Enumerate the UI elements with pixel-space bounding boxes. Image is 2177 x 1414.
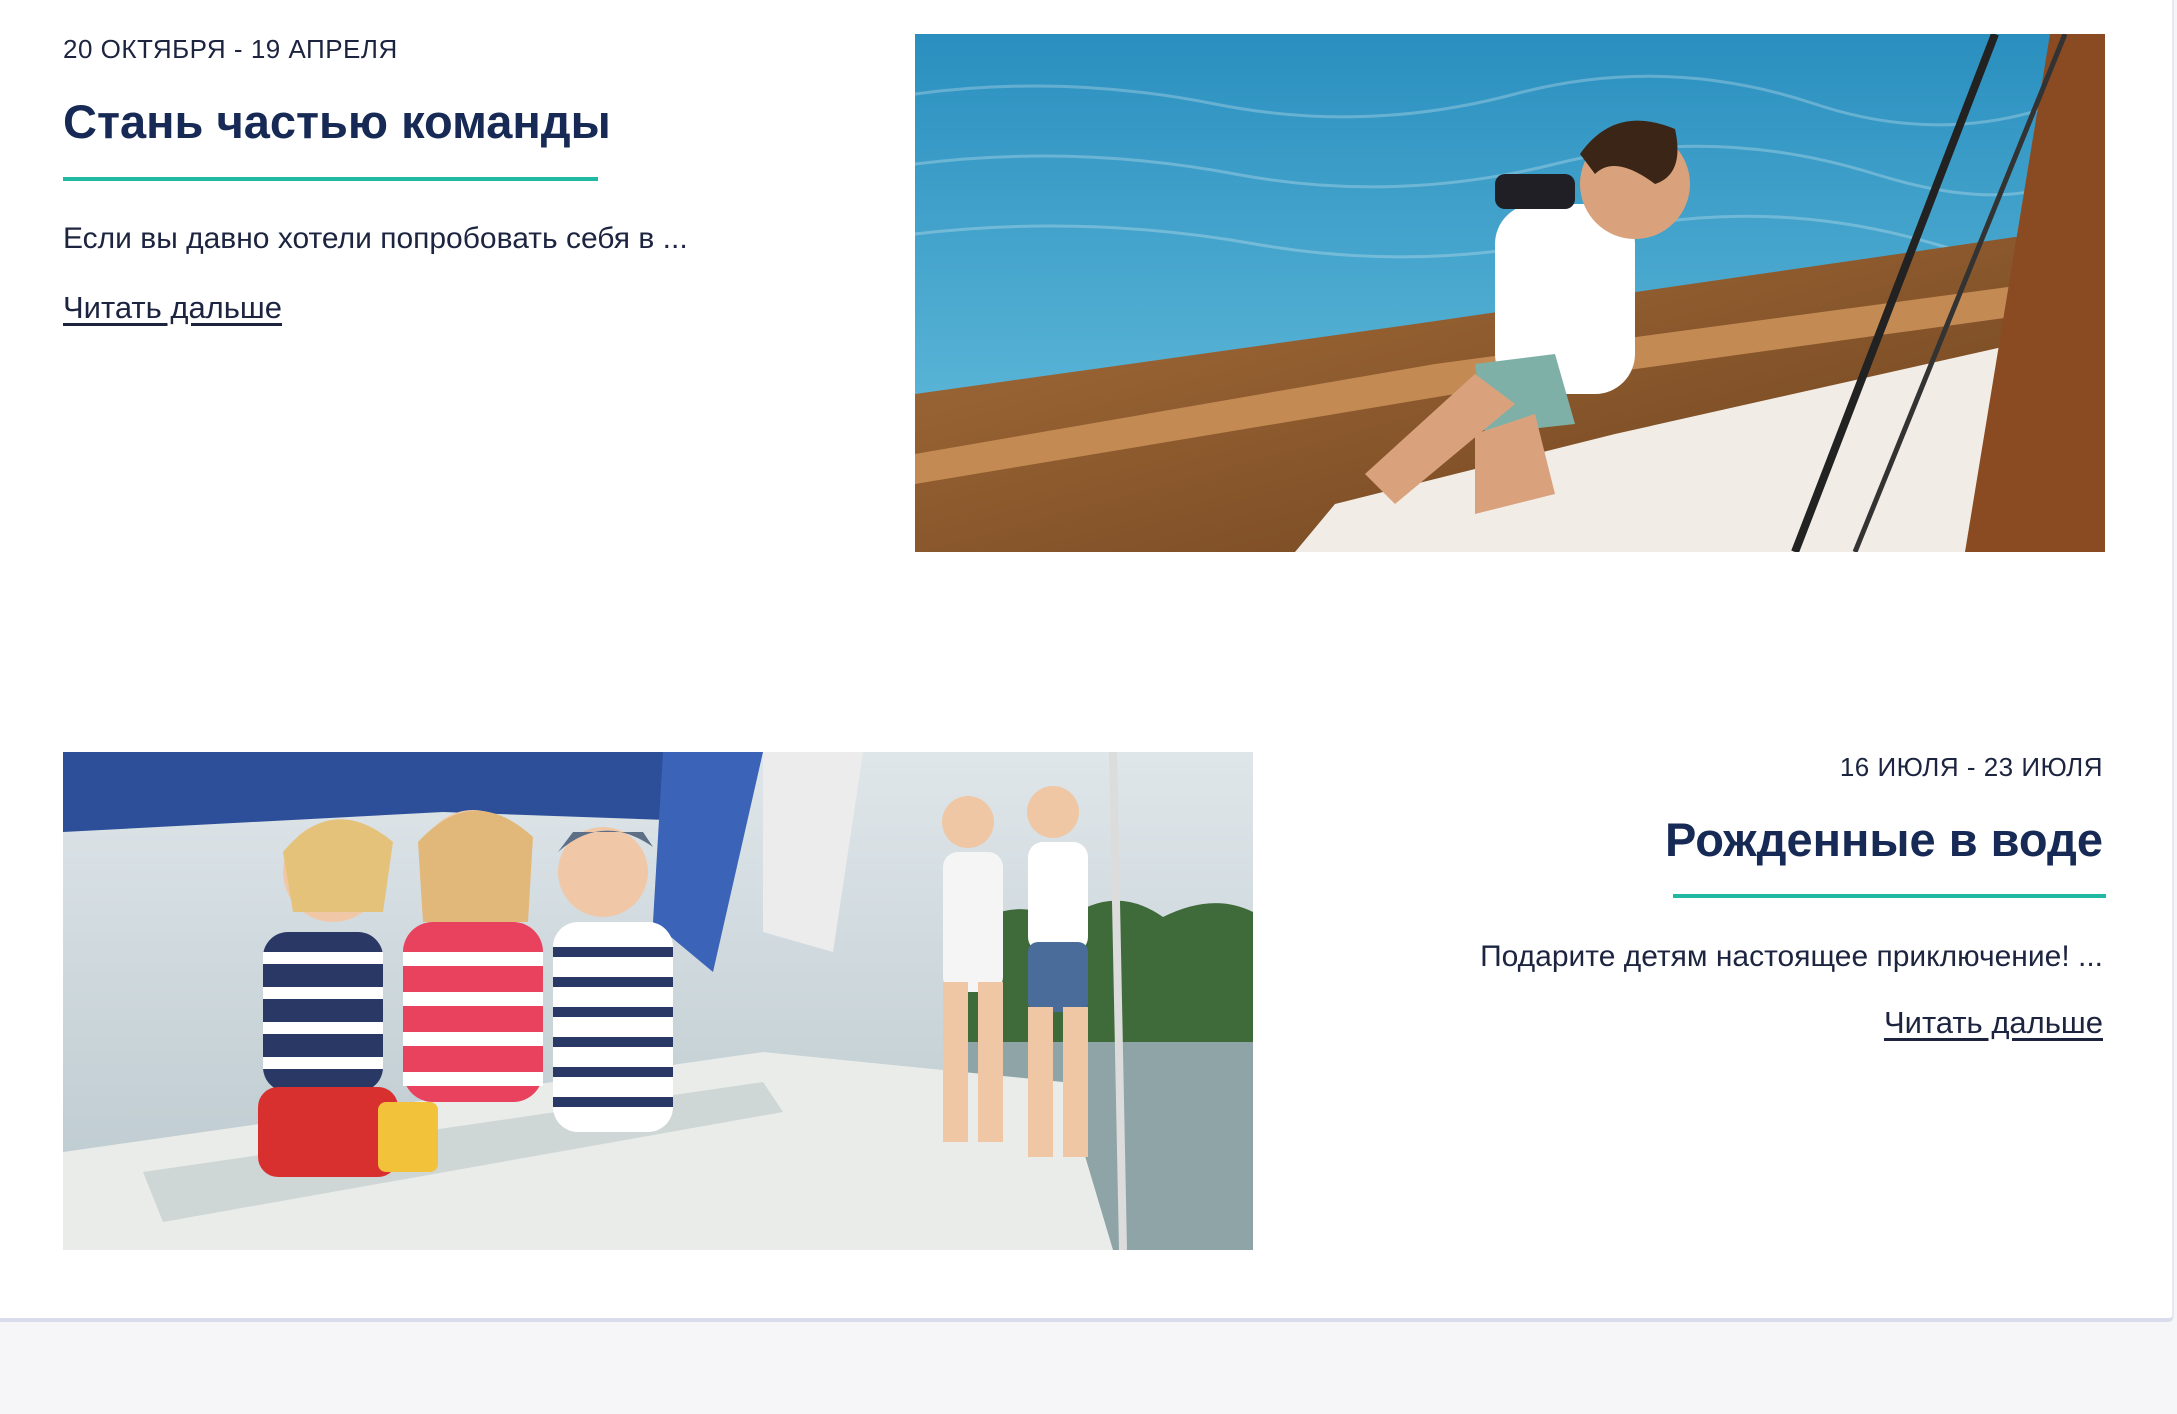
event-photo-man-binoculars[interactable] xyxy=(915,34,2105,552)
title-underline xyxy=(63,177,598,181)
title-underline xyxy=(1673,894,2106,898)
event-photo-children-yacht[interactable] xyxy=(63,752,1253,1250)
read-more-link[interactable]: Читать дальше xyxy=(1884,1005,2103,1041)
read-more-link[interactable]: Читать дальше xyxy=(63,290,282,326)
event-date: 20 ОКТЯБРЯ - 19 АПРЕЛЯ xyxy=(63,34,398,64)
event-date: 16 ИЮЛЯ - 23 ИЮЛЯ xyxy=(1839,752,2103,782)
event-title[interactable]: Рожденные в воде xyxy=(1665,812,2103,867)
event-title[interactable]: Стань частью команды xyxy=(63,94,611,149)
events-card: 20 ОКТЯБРЯ - 19 АПРЕЛЯ Стань частью кома… xyxy=(0,0,2174,1322)
event-excerpt: Подарите детям настоящее приключение! ..… xyxy=(1480,940,2103,973)
page-background-band xyxy=(0,1326,2177,1414)
event-excerpt: Если вы давно хотели попробовать себя в … xyxy=(63,222,688,255)
